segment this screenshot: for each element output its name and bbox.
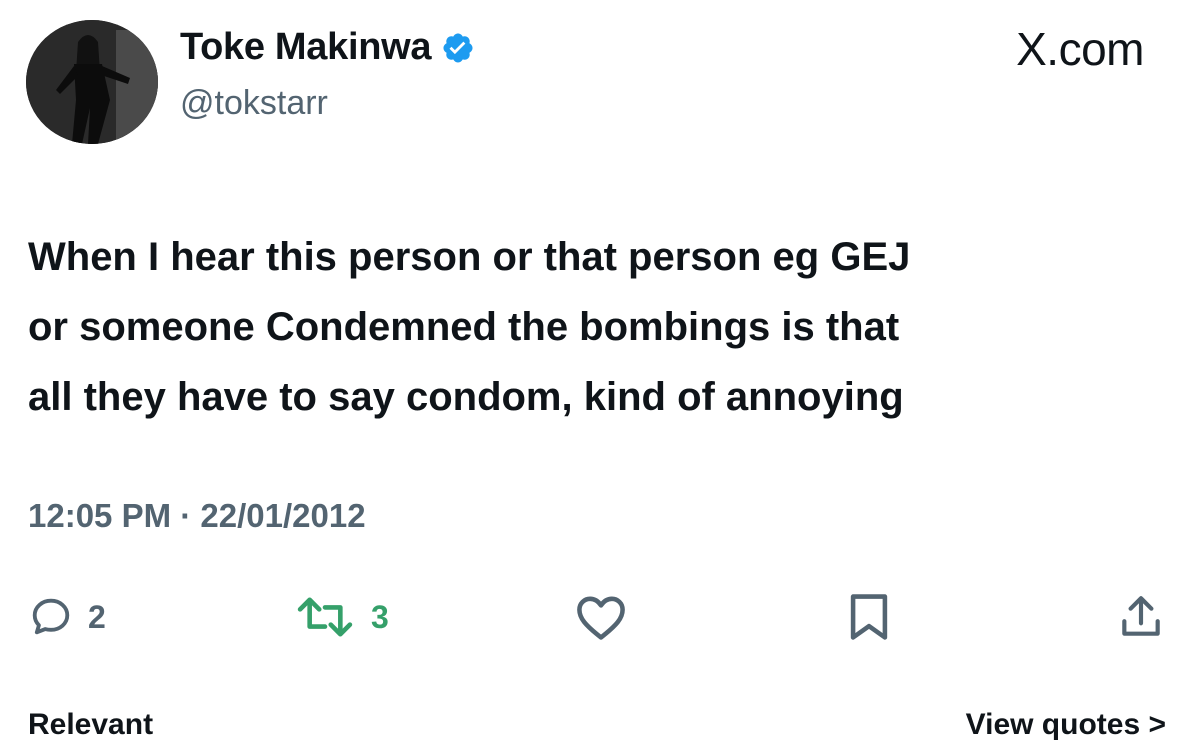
view-quotes-link[interactable]: View quotes > bbox=[966, 708, 1166, 742]
profile-photo bbox=[26, 20, 158, 144]
relevant-tab[interactable]: Relevant bbox=[28, 708, 153, 742]
tweet-line: When I hear this person or that person e… bbox=[28, 235, 911, 279]
retweet-icon bbox=[297, 597, 353, 637]
brand-label: X.com bbox=[1016, 23, 1144, 75]
bookmark-icon bbox=[850, 594, 888, 640]
display-name[interactable]: Toke Makinwa bbox=[180, 26, 432, 69]
reply-count: 2 bbox=[88, 598, 106, 635]
tweet-line: all they have to say condom, kind of ann… bbox=[28, 375, 904, 419]
user-handle[interactable]: @tokstarr bbox=[180, 84, 328, 123]
share-icon bbox=[1122, 596, 1160, 636]
tweet-text: When I hear this person or that person e… bbox=[28, 222, 1168, 432]
bookmark-button[interactable] bbox=[846, 587, 892, 647]
verified-badge-icon bbox=[441, 31, 475, 65]
author-row: Toke Makinwa bbox=[180, 26, 475, 69]
retweet-count: 3 bbox=[371, 598, 389, 635]
reply-button[interactable]: 2 bbox=[28, 587, 106, 647]
share-button[interactable] bbox=[1116, 587, 1166, 647]
like-icon bbox=[577, 596, 625, 640]
tweet-line: or someone Condemned the bombings is tha… bbox=[28, 305, 900, 349]
like-button[interactable] bbox=[572, 587, 630, 647]
tweet-timestamp[interactable]: 12:05 PM · 22/01/2012 bbox=[28, 497, 366, 535]
action-bar: 2 3 bbox=[0, 587, 1200, 647]
retweet-button[interactable]: 3 bbox=[293, 587, 389, 647]
reply-icon bbox=[32, 598, 70, 635]
avatar[interactable] bbox=[26, 20, 158, 144]
